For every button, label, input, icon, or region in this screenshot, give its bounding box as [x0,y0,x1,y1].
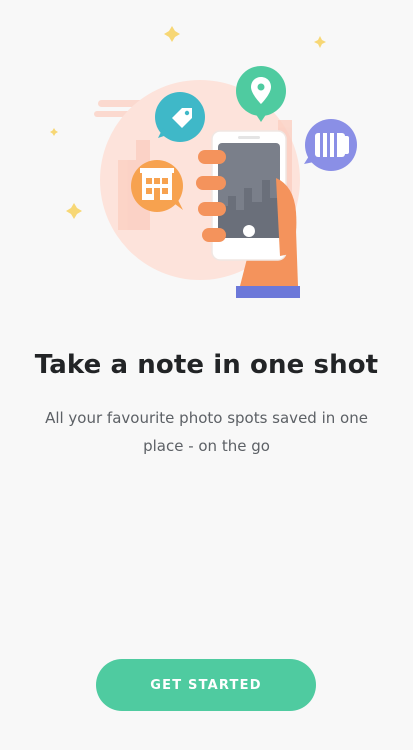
camera-lens-icon [304,119,357,171]
building-icon [131,160,183,212]
tag-icon [155,92,205,142]
onboarding-subtitle: All your favourite photo spots saved in … [45,409,368,455]
onboarding-screen: Take a note in one shot All your favouri… [0,0,413,750]
get-started-button[interactable]: GET STARTED [96,659,316,711]
onboarding-illustration [50,26,357,298]
onboarding-title: Take a note in one shot [34,350,379,380]
